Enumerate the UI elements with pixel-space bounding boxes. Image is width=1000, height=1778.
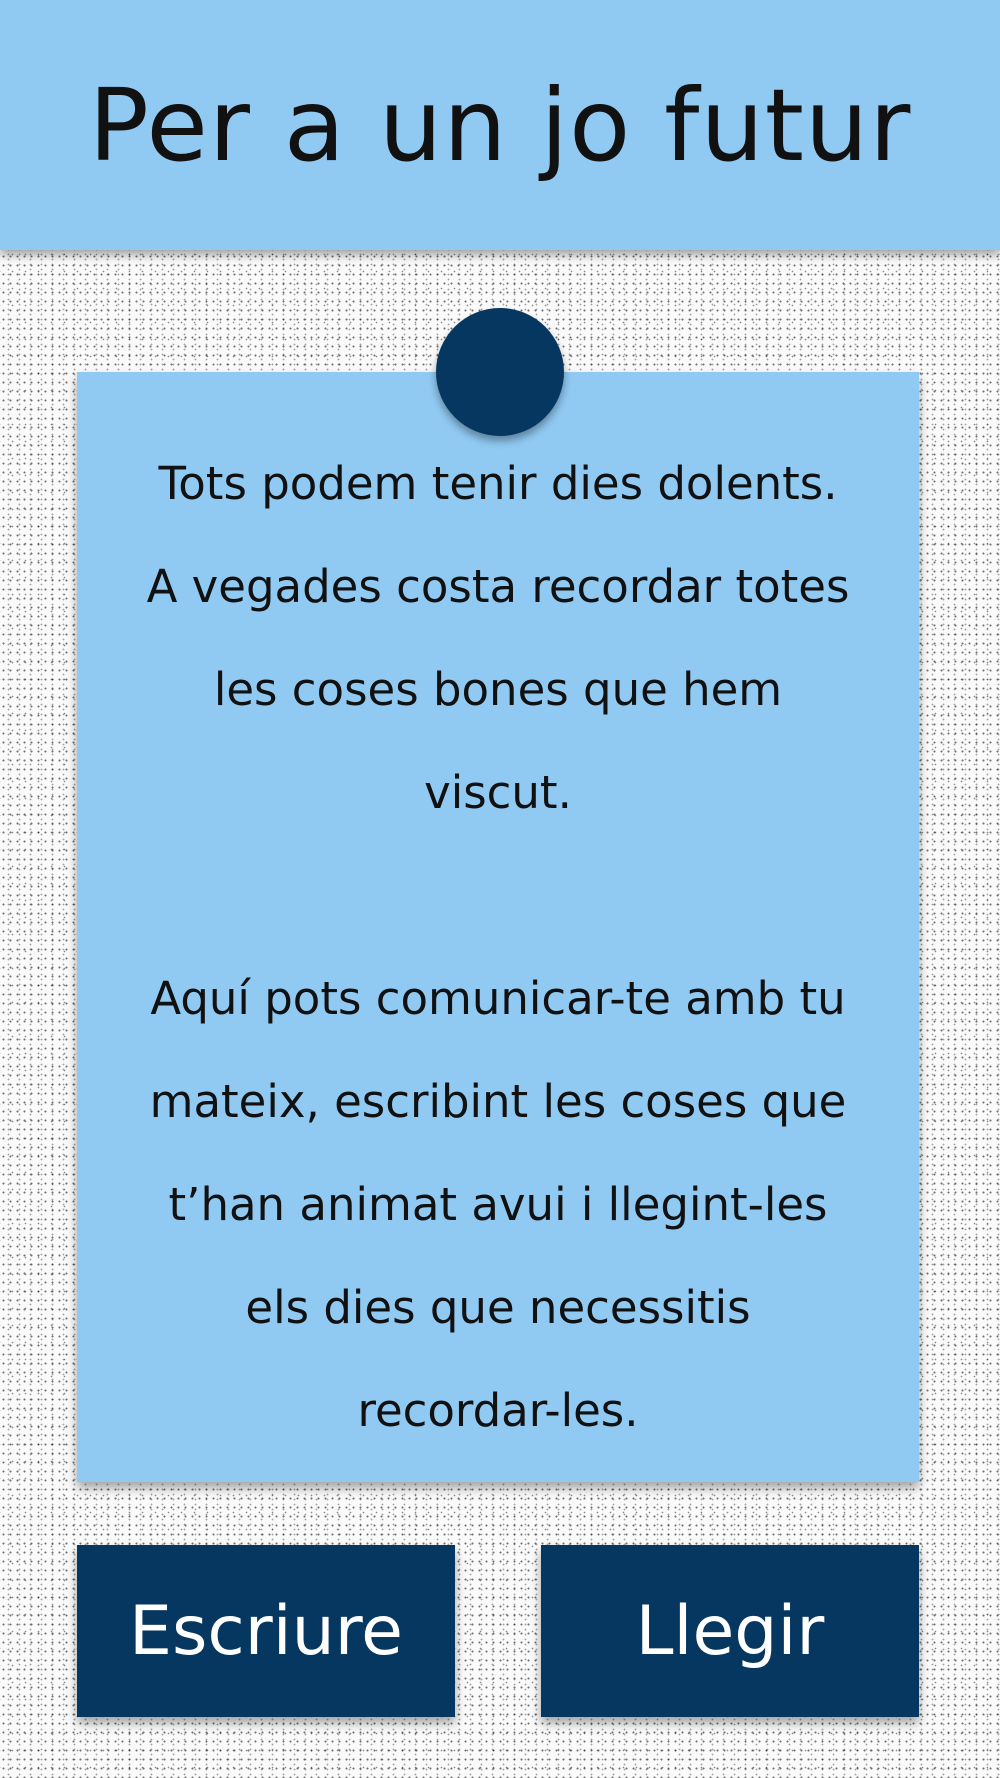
note-paragraph-instructions: Aquí pots comunicar-te amb tu mateix, es… bbox=[149, 972, 847, 1437]
write-button[interactable]: Escriure bbox=[77, 1545, 455, 1717]
note-paragraph-intro: Tots podem tenir dies dolents. A vegades… bbox=[146, 457, 850, 819]
sticky-note-card: Tots podem tenir dies dolents. A vegades… bbox=[77, 372, 919, 1482]
read-button[interactable]: Llegir bbox=[541, 1545, 919, 1717]
app-header: Per a un jo futur bbox=[0, 0, 1000, 250]
pin-icon bbox=[436, 308, 564, 436]
page-title: Per a un jo futur bbox=[88, 66, 912, 184]
